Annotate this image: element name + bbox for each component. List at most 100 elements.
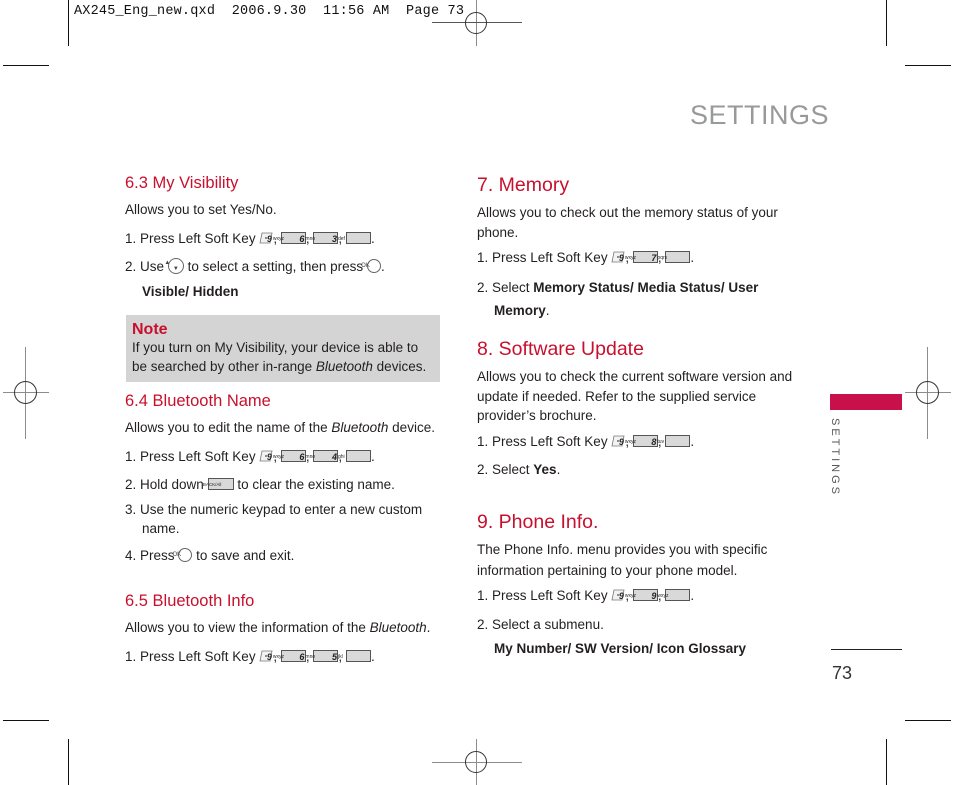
- step-text: 2. Select: [477, 462, 534, 477]
- section-description: Allows you to edit the name of the Bluet…: [125, 418, 445, 438]
- section-bluetooth-info: 6.5 Bluetooth Info Allows you to view th…: [125, 592, 445, 666]
- period: .: [690, 250, 695, 265]
- step-1: 1. Press Left Soft Key , 9wxyz, 6mno, 4g…: [125, 447, 445, 467]
- step-text: 2. Hold down: [125, 477, 204, 492]
- key-number: 3: [331, 233, 337, 244]
- section-heading: 6.4 Bluetooth Name: [125, 392, 271, 410]
- desc-italic: Bluetooth: [331, 420, 389, 435]
- crop-mark: [68, 739, 69, 785]
- key-letters: wxyz: [657, 593, 669, 600]
- key-number: 6: [299, 651, 305, 662]
- note-box: Note If you turn on My Visibility, your …: [126, 315, 440, 382]
- key-5-icon: 5jkl: [332, 649, 371, 662]
- step-text: 1. Press Left Soft Key: [477, 433, 608, 449]
- menu-path: Memory Status/ Media Status/ User Memory: [494, 279, 759, 318]
- side-tab-bar: [830, 394, 902, 410]
- key-letters: tuv: [657, 438, 665, 445]
- step-text: to save and exit.: [196, 547, 295, 563]
- registration-circle: [916, 381, 939, 404]
- period: .: [690, 433, 695, 449]
- section-memory: 7. Memory Allows you to check out the me…: [477, 174, 797, 322]
- key-9-icon: 9wxyz: [651, 589, 691, 602]
- key-number: 9: [618, 436, 624, 447]
- period: .: [380, 259, 385, 274]
- step-text: 1. Press Left Soft Key: [477, 588, 608, 603]
- key-number: 9: [266, 651, 272, 662]
- step-1: 1. Press Left Soft Key , 9wxyz, 8tuv.: [477, 432, 797, 452]
- section-heading: 9. Phone Info.: [477, 511, 599, 533]
- key-letters: wxyz: [624, 593, 637, 600]
- step-text: 1. Press Left Soft Key: [125, 648, 256, 664]
- options-list: Visible/ Hidden: [142, 283, 239, 299]
- key-letters: mno: [305, 653, 316, 660]
- key-number: 9: [266, 451, 272, 462]
- key-letters: pqrs: [657, 255, 668, 262]
- period: .: [690, 588, 695, 603]
- key-4-icon: 4ghi: [332, 449, 371, 462]
- section-my-visibility: 6.3 My Visibility Allows you to set Yes/…: [125, 174, 445, 301]
- section-heading: 6.3 My Visibility: [125, 174, 239, 192]
- desc-part: .: [426, 620, 431, 635]
- step-text: to select a setting, then press: [187, 259, 364, 274]
- key-letters: jkl: [337, 653, 343, 660]
- key-letters: wxyz: [624, 438, 637, 445]
- key-number: 6: [299, 451, 305, 462]
- key-3-icon: 3def: [332, 231, 371, 244]
- section-phone-info: 9. Phone Info. The Phone Info. menu prov…: [477, 511, 797, 659]
- period: .: [556, 462, 561, 477]
- key-8-icon: 8tuv: [651, 434, 691, 447]
- period: .: [370, 230, 375, 246]
- key-letters: wxyz: [624, 255, 637, 262]
- step-2: 2. Select Yes.: [477, 460, 797, 480]
- step-1: 1. Press Left Soft Key , 9wxyz, 6mno, 5j…: [125, 647, 445, 667]
- key-7-icon: 7pqrs: [651, 251, 691, 264]
- menu-option: Yes: [533, 462, 557, 477]
- registration-circle: [14, 381, 37, 404]
- step-text: 2. Use: [125, 259, 165, 274]
- key-number: 8: [651, 436, 657, 447]
- section-heading: 6.5 Bluetooth Info: [125, 592, 255, 610]
- desc-part: device.: [388, 420, 435, 435]
- side-tab-label: SETTINGS: [829, 418, 841, 498]
- key-number: 4: [331, 451, 337, 462]
- key-letters: mno: [305, 235, 316, 242]
- key-letters: ghi: [337, 453, 345, 460]
- crop-mark: [3, 65, 49, 66]
- key-number: 9: [651, 591, 657, 602]
- key-number: 9: [618, 591, 624, 602]
- desc-part: Allows you to view the information of th…: [125, 620, 370, 635]
- key-number: 5: [331, 651, 337, 662]
- key-number: 9: [266, 233, 272, 244]
- key-letters: wxyz: [272, 453, 285, 460]
- step-1: 1. Press Left Soft Key , 9wxyz, 9wxyz.: [477, 586, 797, 606]
- step-1: 1. Press Left Soft Key , 9wxyz, 7pqrs.: [477, 248, 797, 268]
- note-text-italic: Bluetooth: [315, 358, 373, 374]
- step-text: to clear the existing name.: [237, 477, 395, 492]
- ok-key-icon: OK: [172, 547, 193, 562]
- step-text: 1. Press Left Soft Key: [125, 230, 256, 246]
- note-title: Note: [132, 321, 168, 338]
- step-text: 1. Press Left Soft Key: [125, 448, 256, 464]
- key-letters: wxyz: [272, 653, 285, 660]
- step-text: 4. Press: [125, 547, 175, 563]
- note-text: If you turn on My Visibility, your devic…: [132, 339, 434, 376]
- key-letters: wxyz: [272, 235, 285, 242]
- step-2: 2. Select Memory Status/ Media Status/ U…: [477, 276, 797, 322]
- section-description: Allows you to check out the memory statu…: [477, 205, 778, 240]
- back-key-icon: BACK/All: [203, 478, 234, 491]
- section-software-update: 8. Software Update Allows you to check t…: [477, 338, 797, 480]
- desc-part: Allows you to edit the name of the: [125, 420, 332, 435]
- desc-italic: Bluetooth: [369, 620, 427, 635]
- page-number: 73: [832, 663, 853, 683]
- crop-mark: [68, 0, 69, 46]
- step-2: 2. Use ▲ ▼ to select a setting, then pres…: [125, 257, 445, 277]
- options-list: My Number/ SW Version/ Icon Glossary: [494, 641, 747, 656]
- key-letters: mno: [305, 453, 316, 460]
- key-number: 9: [618, 253, 624, 264]
- ok-key-icon: OK: [361, 259, 381, 274]
- section-heading: 8. Software Update: [477, 338, 644, 360]
- step-2: 2. Hold down BACK/All to clear the exist…: [125, 475, 445, 495]
- step-3: 3. Use the numeric keypad to enter a new…: [125, 501, 423, 537]
- section-bluetooth-name: 6.4 Bluetooth Name Allows you to edit th…: [125, 392, 445, 565]
- crop-mark: [905, 65, 951, 66]
